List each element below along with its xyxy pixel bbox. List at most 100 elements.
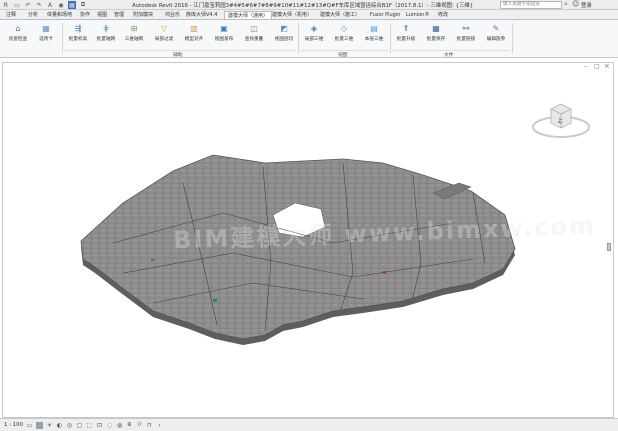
floor-3d-button[interactable]: ▤ 本层三维 xyxy=(360,22,388,43)
shadows-icon[interactable]: ◐ xyxy=(56,422,63,429)
tab-modify[interactable]: 修改 xyxy=(438,11,448,19)
vertical-scrollbar[interactable] xyxy=(606,73,612,413)
model-green-element xyxy=(151,259,154,261)
switch-windows-icon[interactable]: ⧉ xyxy=(79,1,87,9)
model-align-icon: ▥ xyxy=(190,23,198,33)
text-icon[interactable]: A xyxy=(46,1,54,9)
3d-grid-button[interactable]: ⊞ 三维轴网 xyxy=(120,22,148,43)
render-icon[interactable]: ◎ xyxy=(66,422,73,429)
local-3d-button[interactable]: ◈ 局部三维 xyxy=(300,22,328,43)
scale-indicator[interactable]: 1 : 100 xyxy=(4,422,23,428)
tab-options-button[interactable]: ▦ 选项卡 xyxy=(32,22,60,43)
local-3d-icon: ◈ xyxy=(310,23,318,33)
sun-path-icon[interactable]: ☀ xyxy=(46,422,53,429)
crop-view-icon[interactable]: ▢ xyxy=(76,422,83,429)
house-check-label: 房屋检查 xyxy=(8,37,28,42)
viewcube[interactable]: 上 xyxy=(531,93,591,143)
batch-level-icon: ⇶ xyxy=(74,23,82,33)
batch-grid-button[interactable]: ⋕ 批量轴网 xyxy=(92,22,120,43)
tab-massing-site[interactable]: 体量和场地 xyxy=(47,11,72,19)
batch-upgrade-button[interactable]: ⇑ 批量升级 xyxy=(392,22,420,43)
open-icon[interactable]: ▭ xyxy=(13,1,21,9)
edit-family-icon: ✎ xyxy=(492,23,500,33)
tab-modeling-master-general[interactable]: 建模大师（通用） xyxy=(224,11,273,19)
tab-modeling-master-mep[interactable]: 建模大师（机电） xyxy=(272,11,312,19)
tab-add-ins[interactable]: 附加模块 xyxy=(133,11,153,19)
quick-access-toolbar: R ▭ ↶ ↷ A ◉ ▤ ⧉ xyxy=(0,0,87,10)
detail-level-icon[interactable]: ▭ xyxy=(26,422,33,429)
title-bar: R ▭ ↶ ↷ A ◉ ▤ ⧉ Autodesk Revit 2016 - 江门… xyxy=(0,0,618,10)
visual-style-icon[interactable] xyxy=(35,421,43,429)
batch-upgrade-label: 批量升级 xyxy=(396,37,416,42)
house-check-button[interactable]: ⌂ 房屋检查 xyxy=(4,22,32,43)
edit-family-label: 编辑族参 xyxy=(486,37,506,42)
batch-save-label: 批量保存 xyxy=(426,37,446,42)
view-publish-button[interactable]: ▣ 视图发布 xyxy=(210,22,238,43)
batch-save-button[interactable]: ▦ 批量保存 xyxy=(422,22,450,43)
search-input[interactable]: 键入关键字或短语 xyxy=(500,1,562,9)
model-green-element xyxy=(213,299,217,302)
tab-lumion[interactable]: Lumion® xyxy=(406,11,429,19)
ribbon-separator xyxy=(512,23,513,53)
tab-view[interactable]: 视图 xyxy=(97,11,107,19)
local-filter-button[interactable]: ▽ 局部过滤 xyxy=(150,22,178,43)
batch-save-icon: ▦ xyxy=(432,23,440,33)
constraints-icon[interactable]: ⊓ xyxy=(146,422,153,429)
batch-3d-label: 批量三维 xyxy=(334,37,354,42)
thin-lines-icon[interactable]: ▤ xyxy=(68,1,76,9)
view-section-icon: ◩ xyxy=(280,23,288,33)
show-crop-icon[interactable]: ⬚ xyxy=(86,422,93,429)
batch-level-label: 批量标高 xyxy=(68,37,88,42)
3d-grid-label: 三维轴网 xyxy=(124,37,144,42)
batch-upgrade-icon: ⇑ xyxy=(402,23,410,33)
model-align-label: 模型对齐 xyxy=(184,37,204,42)
tab-collaborate[interactable]: 协作 xyxy=(80,11,90,19)
tab-modeling-master-construction[interactable]: 建模大师（施工） xyxy=(320,11,360,19)
3d-view-icon[interactable]: ◉ xyxy=(57,1,65,9)
viewcube-face-label: 上 xyxy=(557,117,563,125)
highlight-displacement-icon[interactable]: ⟐ xyxy=(136,421,143,429)
batch-link-label: 批量链接 xyxy=(456,37,476,42)
ribbon-panel: ⌂ 房屋检查 ▦ 选项卡 ⇶ 批量标高 ⋕ 批量轴网 ⊞ 三维轴网 ▽ 局部过滤… xyxy=(0,20,618,58)
tab-family-library[interactable]: 族库大师V4.4 xyxy=(186,11,217,19)
redo-icon[interactable]: ↷ xyxy=(35,1,43,9)
view-publish-icon: ▣ xyxy=(220,23,228,33)
edit-family-button[interactable]: ✎ 编辑族参 xyxy=(482,22,510,43)
tab-manage[interactable]: 管理 xyxy=(114,11,124,19)
batch-3d-button[interactable]: ◇ 批量三维 xyxy=(330,22,358,43)
temp-hide-icon[interactable]: ◌ xyxy=(106,422,113,429)
view-section-button[interactable]: ◩ 视图剖切 xyxy=(270,22,298,43)
tab-annotate[interactable]: 注释 xyxy=(6,11,16,19)
revit-app-icon[interactable]: R xyxy=(2,1,10,9)
tab-hongye[interactable]: 鸿业乐 xyxy=(165,11,180,19)
tab-analyze[interactable]: 分析 xyxy=(28,11,38,19)
panel-label-file: 文件 xyxy=(444,53,454,58)
view-publish-label: 视图发布 xyxy=(214,37,234,42)
lock-view-icon[interactable]: ⊡ xyxy=(96,422,103,429)
scrollbar-thumb[interactable] xyxy=(607,243,611,251)
reveal-hidden-icon[interactable]: ◍ xyxy=(116,422,123,429)
search-icon[interactable]: ⌕ xyxy=(564,0,568,9)
tab-options-icon: ▦ xyxy=(42,23,50,33)
close-icon[interactable]: × xyxy=(604,62,610,70)
batch-link-button[interactable]: ⚯ 批量链接 xyxy=(452,22,480,43)
floor-3d-icon: ▤ xyxy=(370,23,378,33)
local-filter-icon: ▽ xyxy=(160,23,168,33)
sign-in-link[interactable]: 登录 xyxy=(581,1,592,9)
undo-icon[interactable]: ↶ xyxy=(24,1,32,9)
more-options-icon[interactable]: ‹ xyxy=(156,422,163,429)
view-control-bar: 1 : 100 ▭ ☀ ◐ ◎ ▢ ⬚ ⊡ ◌ ◍ ⧈ ⟐ ⊓ ‹ xyxy=(0,418,618,431)
floor-3d-label: 本层三维 xyxy=(364,37,384,42)
batch-level-button[interactable]: ⇶ 批量标高 xyxy=(64,22,92,43)
local-3d-label: 局部三维 xyxy=(304,37,324,42)
analytical-model-icon[interactable]: ⧈ xyxy=(126,421,133,429)
model-align-button[interactable]: ▥ 模型对齐 xyxy=(180,22,208,43)
window-title: Autodesk Revit 2016 - 江门嘉宝莉园3#4#5#6#7#8#… xyxy=(132,3,474,9)
find-overlap-button[interactable]: ◫ 查找重叠 xyxy=(240,22,268,43)
3d-viewport[interactable]: ‒ □ × BIM建模大师 www.bimxw.com 上 xyxy=(2,62,614,418)
find-overlap-label: 查找重叠 xyxy=(244,37,264,42)
3d-grid-icon: ⊞ xyxy=(130,23,138,33)
user-icon[interactable]: ☺ xyxy=(572,0,579,8)
tab-fuzor-plugin[interactable]: Fuzor Plugin xyxy=(370,11,400,19)
local-filter-label: 局部过滤 xyxy=(154,37,174,42)
